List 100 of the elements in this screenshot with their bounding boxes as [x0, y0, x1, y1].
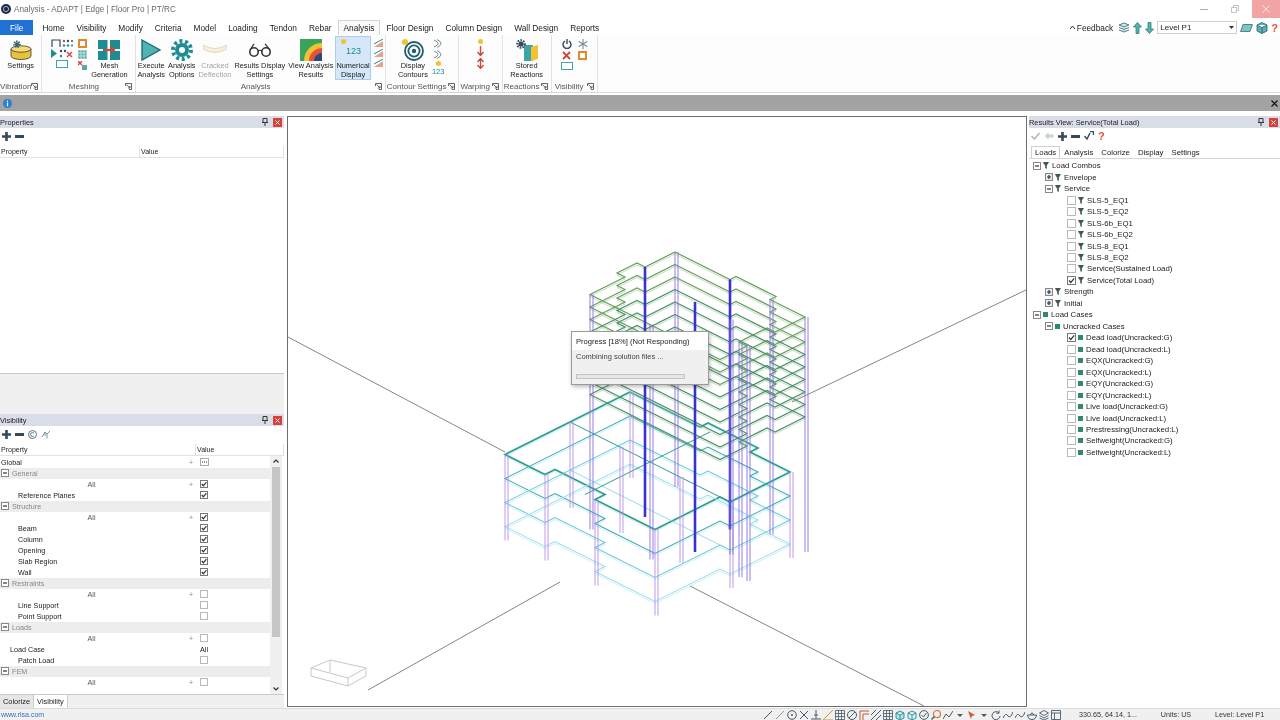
scrollbar-thumb[interactable] — [272, 467, 280, 637]
launcher-icon[interactable] — [374, 82, 382, 90]
cube-icon[interactable] — [907, 709, 917, 720]
diagonal-line-icon[interactable] — [763, 709, 773, 720]
minus-icon[interactable] — [15, 134, 24, 138]
search-icon[interactable] — [931, 709, 941, 720]
power-icon[interactable] — [561, 39, 572, 49]
checkbox[interactable] — [1067, 413, 1076, 423]
launcher-icon[interactable] — [586, 82, 594, 90]
circle-dot-icon[interactable] — [787, 709, 797, 720]
checkbox[interactable] — [200, 491, 208, 499]
checkbox[interactable] — [200, 590, 208, 598]
plus-box-icon[interactable] — [1045, 287, 1053, 296]
layers-icon[interactable] — [1039, 709, 1049, 720]
checkbox[interactable] — [200, 678, 208, 686]
grid-icon[interactable] — [883, 709, 893, 720]
dot-icon[interactable] — [435, 61, 441, 66]
chevron-up-icon[interactable] — [273, 459, 279, 463]
dot-icon[interactable] — [477, 39, 483, 44]
grid-icon[interactable] — [835, 709, 845, 720]
slope-icon[interactable] — [373, 39, 383, 47]
pin-icon[interactable] — [262, 118, 268, 126]
hatch-icon[interactable] — [871, 709, 881, 720]
pin-icon[interactable] — [262, 416, 268, 424]
checkbox[interactable] — [1067, 230, 1076, 240]
ribbon-tab[interactable]: Column Design — [439, 20, 509, 35]
checkbox[interactable] — [1067, 436, 1076, 446]
plus-box-icon[interactable] — [1045, 299, 1053, 308]
circle-check-icon[interactable] — [919, 709, 929, 720]
launcher-icon[interactable] — [540, 82, 548, 90]
panel-icon[interactable] — [1051, 709, 1061, 720]
panel-close-button[interactable] — [273, 415, 282, 425]
ellipse-slash-icon[interactable] — [847, 709, 857, 720]
checkbox[interactable] — [200, 524, 208, 532]
minus-box-icon[interactable] — [1045, 184, 1053, 193]
tree-icon[interactable] — [41, 429, 51, 439]
checkbox[interactable] — [1067, 241, 1076, 251]
up-down-arrow-icon[interactable] — [476, 58, 484, 69]
ribbon-tab[interactable]: Loading — [222, 20, 264, 35]
check-arrow-icon[interactable] — [1084, 131, 1094, 141]
checkbox[interactable] — [200, 513, 208, 521]
perpendicular-icon[interactable] — [811, 709, 821, 720]
launcher-icon[interactable] — [491, 82, 499, 90]
ribbon-tab[interactable]: Visibility — [70, 20, 113, 35]
checkbox[interactable] — [200, 612, 208, 620]
minus-box-icon[interactable] — [1, 502, 9, 510]
checkbox[interactable] — [1067, 275, 1076, 285]
launcher-icon[interactable] — [31, 82, 39, 90]
up-arrow-icon[interactable] — [1133, 21, 1143, 34]
arcs-icon[interactable] — [433, 50, 444, 59]
pointer-icon[interactable] — [967, 709, 977, 720]
minus-box-icon[interactable] — [1, 623, 9, 631]
plus-icon[interactable] — [1058, 131, 1067, 141]
close-icon[interactable] — [1271, 99, 1278, 107]
ribbon-tab[interactable]: Rebar — [302, 20, 338, 35]
checkbox[interactable] — [1067, 402, 1076, 412]
rotate-icon[interactable] — [991, 709, 1001, 720]
checkbox[interactable] — [1067, 367, 1076, 377]
help-button[interactable]: ? — [1098, 130, 1105, 142]
ribbon-tab[interactable]: Wall Design — [508, 20, 565, 35]
checkbox[interactable] — [1067, 195, 1076, 205]
arrow-dots-icon[interactable] — [51, 49, 74, 58]
ribbon-tab[interactable]: Modify — [112, 20, 149, 35]
wave-icon[interactable] — [1003, 709, 1013, 720]
minus-icon[interactable] — [1071, 134, 1080, 138]
down-arrow-icon[interactable] — [476, 46, 484, 56]
level-select[interactable]: Level P1 — [1157, 21, 1238, 34]
down-arrow-icon[interactable] — [1145, 21, 1155, 34]
checkbox[interactable] — [1067, 253, 1076, 262]
launcher-icon[interactable] — [447, 82, 455, 90]
slope-icon[interactable] — [373, 59, 383, 67]
ribbon-tab[interactable]: Criteria — [148, 20, 188, 35]
chevron-down-icon[interactable] — [273, 687, 279, 691]
file-menu-button[interactable]: File — [0, 20, 34, 35]
square-frame-icon[interactable] — [578, 51, 588, 60]
checkbox[interactable] — [200, 546, 208, 554]
rectangle-icon[interactable] — [560, 62, 573, 70]
checkbox[interactable] — [1067, 447, 1076, 457]
minus-icon[interactable] — [15, 432, 24, 436]
ribbon-tab[interactable]: Model — [187, 20, 223, 35]
launcher-icon[interactable] — [125, 82, 133, 90]
checkbox[interactable] — [200, 480, 208, 488]
slope-icon[interactable] — [373, 49, 383, 57]
minus-box-icon[interactable] — [1, 469, 9, 477]
checkbox[interactable] — [1067, 218, 1076, 228]
ribbon-tab[interactable]: Floor Design — [380, 20, 440, 35]
square-frame-icon[interactable] — [78, 39, 88, 48]
checkbox[interactable] — [1067, 207, 1076, 217]
checkbox[interactable] — [1067, 333, 1076, 343]
zigzag-icon[interactable] — [943, 709, 953, 720]
ribbon-tab[interactable]: Home — [36, 20, 71, 35]
ribbon-tab[interactable]: Tendon — [263, 20, 303, 35]
feedback-button[interactable]: Feedback — [1067, 22, 1116, 33]
panel-close-button[interactable] — [273, 117, 282, 127]
checkbox[interactable] — [200, 634, 208, 642]
plane-icon[interactable] — [1240, 23, 1254, 32]
plus-box-icon[interactable] — [1045, 173, 1053, 182]
checkbox[interactable] — [1067, 356, 1076, 366]
arcs-icon[interactable] — [433, 39, 444, 48]
scrollbar[interactable] — [270, 456, 282, 694]
